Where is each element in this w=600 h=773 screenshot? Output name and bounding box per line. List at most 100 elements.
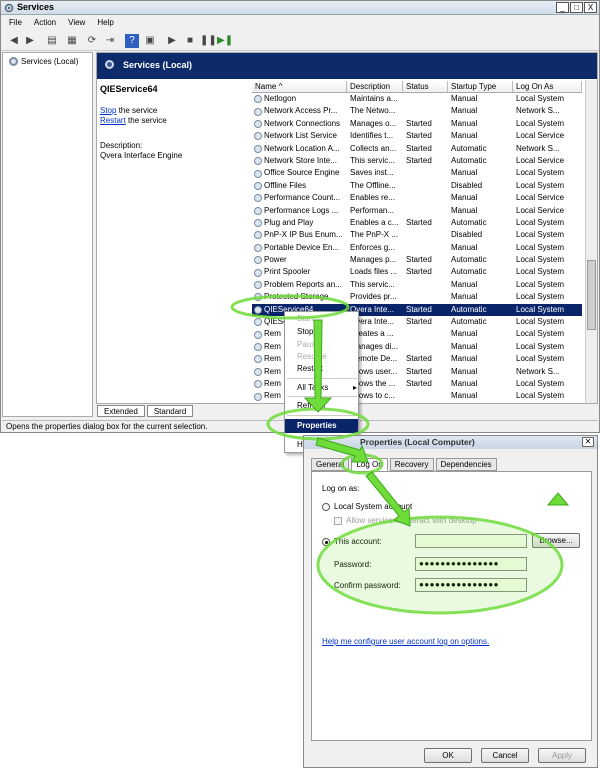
minimize-button[interactable]: _ <box>556 2 569 13</box>
menu-bar: File Action View Help <box>1 16 599 30</box>
maximize-button[interactable]: □ <box>570 2 583 13</box>
menu-item-start[interactable]: Start <box>297 314 314 323</box>
menu-action[interactable]: Action <box>34 16 56 30</box>
column-startup-type[interactable]: Startup Type <box>448 81 513 92</box>
browse-button[interactable]: Browse... <box>532 533 580 548</box>
tab-dependencies[interactable]: Dependencies <box>435 458 497 471</box>
properties-icon[interactable]: ▦ <box>65 34 79 48</box>
menu-file[interactable]: File <box>9 16 22 30</box>
table-row[interactable]: Network Connections Manages o... Started Ma… <box>252 118 582 130</box>
table-row[interactable]: Plug and Play Enables a c... Started Automa… <box>252 217 582 229</box>
gear-icon <box>254 132 262 141</box>
table-row[interactable]: Print Spooler Loads files ... Started Autom… <box>252 266 582 278</box>
menu-item-refresh[interactable]: Refresh <box>297 401 325 410</box>
help-configure-link[interactable]: Help me configure user account log on op… <box>322 637 489 646</box>
menu-item-resume[interactable]: Resume <box>297 352 327 361</box>
service-status-cell: Started <box>406 366 432 376</box>
table-row[interactable]: Office Source Engine Saves inst... Manual L… <box>252 167 582 179</box>
restart-icon[interactable]: ▶❚ <box>217 34 233 48</box>
gear-icon <box>254 392 262 401</box>
services-app-icon <box>4 3 14 13</box>
ok-button[interactable]: OK <box>424 748 472 763</box>
table-row[interactable]: Network Access Pr... The Netwo... Manual Ne… <box>252 105 582 117</box>
vertical-scrollbar[interactable] <box>585 80 597 403</box>
tree-item-services[interactable]: Services (Local) <box>9 57 78 66</box>
gear-icon <box>254 355 262 364</box>
service-status-cell: Started <box>406 378 432 388</box>
service-startup-cell: Automatic <box>451 255 487 265</box>
table-row[interactable]: PnP-X IP Bus Enum... The PnP-X ... Disable… <box>252 229 582 241</box>
gear-icon <box>254 231 262 240</box>
tab-recovery[interactable]: Recovery <box>389 458 434 471</box>
table-row[interactable]: Performance Count... Enables re... Manual L… <box>252 192 582 204</box>
menu-item-pause[interactable]: Pause <box>297 340 320 349</box>
service-logon-cell: Network S... <box>516 106 560 116</box>
service-name-cell: Network Store Inte... <box>252 155 347 167</box>
tab-standard[interactable]: Standard <box>146 405 194 417</box>
window-title: Services <box>17 2 55 12</box>
scrollbar-thumb[interactable] <box>587 260 596 330</box>
table-row[interactable]: Network Store Inte... This servic... Start… <box>252 155 582 167</box>
menu-help[interactable]: Help <box>97 16 113 30</box>
column-log-on-as[interactable]: Log On As <box>513 81 582 92</box>
service-description-cell: This servic... <box>350 155 395 165</box>
forward-arrow-icon[interactable]: ▶ <box>23 34 37 48</box>
console-tree-icon[interactable]: ▤ <box>45 34 59 48</box>
close-button[interactable]: X <box>584 2 597 13</box>
allow-desktop-checkbox[interactable] <box>334 517 342 525</box>
menu-item-restart[interactable]: Restart <box>297 364 323 373</box>
description-value: Qvera Interface Engine <box>100 151 183 160</box>
service-startup-cell: Manual <box>451 94 478 103</box>
apply-button[interactable]: Apply <box>538 748 586 763</box>
service-name-cell: Netlogon <box>252 93 347 105</box>
service-status-cell <box>403 105 448 117</box>
local-system-radio[interactable] <box>322 503 330 511</box>
pause-icon[interactable]: ❚❚ <box>200 34 217 48</box>
dialog-close-button[interactable]: ✕ <box>582 437 594 447</box>
cancel-button[interactable]: Cancel <box>481 748 529 763</box>
table-row[interactable]: Portable Device En... Enforces g... Manual… <box>252 242 582 254</box>
tab-extended[interactable]: Extended <box>97 405 145 417</box>
service-logon-cell: Local Service <box>516 205 565 215</box>
export-icon[interactable]: ⇥ <box>103 34 117 48</box>
menu-item-stop[interactable]: Stop <box>297 327 313 336</box>
console-tree: Services (Local) <box>2 52 93 417</box>
table-row[interactable]: Protected Storage Provides pr... Manual Loc… <box>252 291 582 303</box>
table-row[interactable]: Offline Files The Offline... Disabled Local… <box>252 180 582 192</box>
view-tabs: Extended Standard <box>97 405 194 417</box>
menu-view[interactable]: View <box>68 16 85 30</box>
play-icon[interactable]: ▶ <box>165 34 179 48</box>
stop-icon[interactable]: ■ <box>183 34 197 48</box>
refresh-icon[interactable]: ⟳ <box>85 34 99 48</box>
password-input[interactable]: ●●●●●●●●●●●●●●● <box>415 557 527 571</box>
back-arrow-icon[interactable]: ◀ <box>7 34 21 48</box>
help-icon[interactable]: ? <box>125 34 139 48</box>
stop-service-link[interactable]: Stop <box>100 106 116 115</box>
column-description[interactable]: Description <box>347 81 403 92</box>
column-name[interactable]: Name ^ <box>252 81 347 92</box>
title-bar: Services _ □ X <box>1 1 599 15</box>
table-row[interactable]: Netlogon Maintains a... Manual Local System <box>252 93 582 105</box>
service-name-cell: Network List Service <box>252 130 347 142</box>
table-row[interactable]: Problem Reports an... This servic... Manua… <box>252 279 582 291</box>
restart-service-link[interactable]: Restart <box>100 116 126 125</box>
account-input[interactable] <box>415 534 527 548</box>
tab-log-on[interactable]: Log On <box>351 458 388 471</box>
gear-icon <box>254 305 262 314</box>
view-icon[interactable]: ▣ <box>143 34 157 48</box>
confirm-password-input[interactable]: ●●●●●●●●●●●●●●● <box>415 578 527 592</box>
menu-item-properties[interactable]: Properties <box>285 419 358 433</box>
menu-item-all-tasks[interactable]: All Tasks ▸ <box>297 383 357 392</box>
table-row[interactable]: Performance Logs ... Performan... Manual Lo… <box>252 205 582 217</box>
service-startup-cell: Manual <box>451 354 478 364</box>
table-row[interactable]: Network Location A... Collects an... Start… <box>252 143 582 155</box>
gear-icon <box>254 367 262 376</box>
table-row[interactable]: Network List Service Identifies t... Start… <box>252 130 582 142</box>
table-row[interactable]: Power Manages p... Started Automatic Local S… <box>252 254 582 266</box>
this-account-radio[interactable] <box>322 538 330 546</box>
service-logon-cell: Local System <box>516 354 565 364</box>
service-description-cell: Manages p... <box>350 255 397 265</box>
tab-general[interactable]: General <box>311 458 350 471</box>
column-status[interactable]: Status <box>403 81 448 92</box>
log-on-panel: Log on as: Local System account Allow se… <box>311 471 592 741</box>
